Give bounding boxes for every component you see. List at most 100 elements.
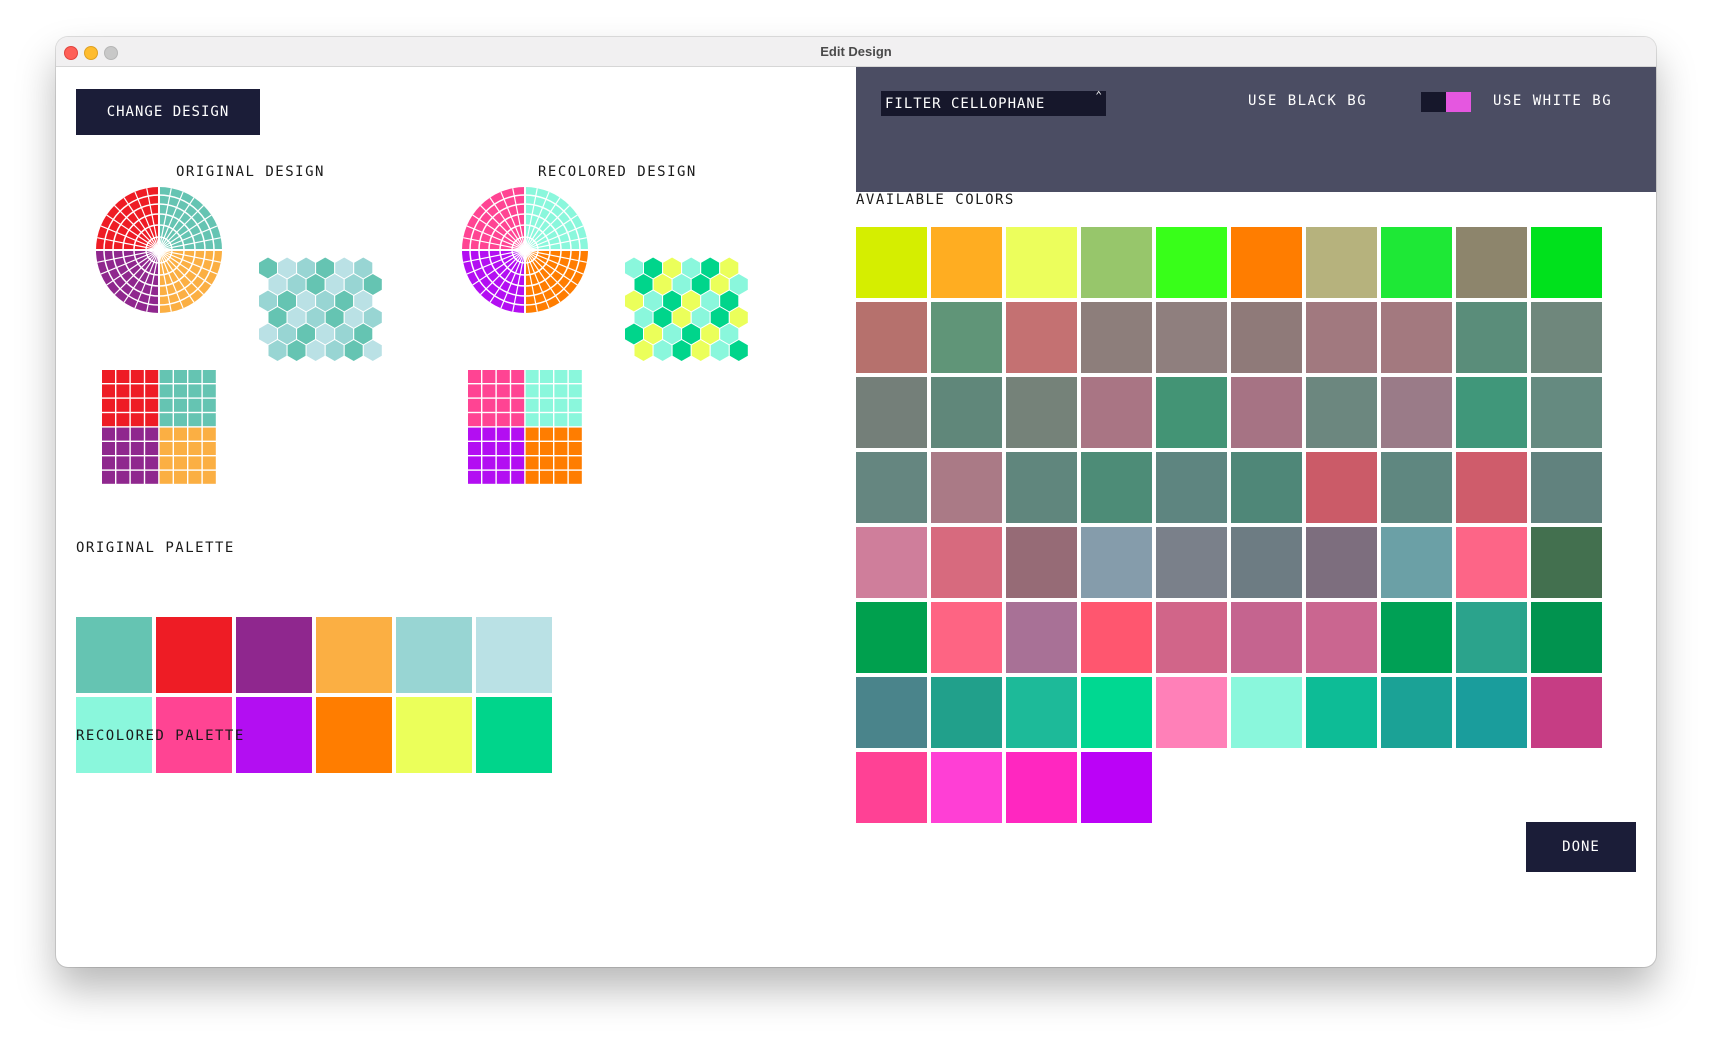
available-color-swatch[interactable] [931,752,1002,823]
available-color-swatch[interactable] [1306,377,1377,448]
background-toggle[interactable] [1421,92,1471,112]
available-color-swatch[interactable] [1231,452,1302,523]
available-color-swatch[interactable] [1156,302,1227,373]
available-color-swatch[interactable] [1081,602,1152,673]
available-color-swatch[interactable] [1381,377,1452,448]
available-color-swatch[interactable] [1456,377,1527,448]
available-color-swatch[interactable] [1081,377,1152,448]
radial-motif [462,187,588,313]
available-color-swatch[interactable] [931,677,1002,748]
available-color-swatch[interactable] [1231,677,1302,748]
available-color-swatch[interactable] [1306,302,1377,373]
available-color-swatch[interactable] [1081,227,1152,298]
available-color-swatch[interactable] [1306,527,1377,598]
available-color-swatch[interactable] [931,227,1002,298]
recolored-palette-swatch[interactable] [396,697,472,773]
filter-select[interactable]: FILTER CELLOPHANE ⌃ [881,89,1106,116]
grid-motif [468,370,582,484]
original-palette-label: ORIGINAL PALETTE [76,540,235,556]
available-color-swatch[interactable] [856,452,927,523]
original-palette-swatch[interactable] [156,617,232,693]
use-black-bg-label: USE BLACK BG [1248,93,1368,109]
available-color-swatch[interactable] [931,302,1002,373]
available-color-swatch[interactable] [1006,602,1077,673]
original-design-preview [96,187,383,484]
available-colors-grid [856,227,1606,823]
recolored-palette-label: RECOLORED PALETTE [76,728,245,744]
available-color-swatch[interactable] [1531,377,1602,448]
available-color-swatch[interactable] [1531,527,1602,598]
change-design-button[interactable]: CHANGE DESIGN [76,89,260,135]
available-color-swatch[interactable] [1456,677,1527,748]
available-color-swatch[interactable] [1231,227,1302,298]
available-color-swatch[interactable] [1456,227,1527,298]
available-color-swatch[interactable] [1006,377,1077,448]
available-color-swatch[interactable] [1531,227,1602,298]
available-color-swatch[interactable] [1231,602,1302,673]
available-color-swatch[interactable] [931,527,1002,598]
available-color-swatch[interactable] [856,677,927,748]
available-color-swatch[interactable] [1081,452,1152,523]
available-color-swatch[interactable] [1156,452,1227,523]
available-color-swatch[interactable] [856,302,927,373]
available-color-swatch[interactable] [1381,302,1452,373]
radial-motif [96,187,222,313]
available-color-swatch[interactable] [1231,527,1302,598]
original-palette-swatch[interactable] [316,617,392,693]
available-color-swatch[interactable] [1231,302,1302,373]
use-white-bg-label: USE WHITE BG [1493,93,1613,109]
available-color-swatch[interactable] [1006,227,1077,298]
available-color-swatch[interactable] [1381,602,1452,673]
available-color-swatch[interactable] [1006,452,1077,523]
recolored-palette-swatch[interactable] [476,697,552,773]
available-color-swatch[interactable] [1381,227,1452,298]
available-color-swatch[interactable] [1081,752,1152,823]
toggle-knob [1446,92,1471,112]
available-color-swatch[interactable] [1306,602,1377,673]
recolored-palette-swatch[interactable] [316,697,392,773]
available-color-swatch[interactable] [1531,452,1602,523]
available-color-swatch[interactable] [931,452,1002,523]
available-color-swatch[interactable] [856,377,927,448]
available-color-swatch[interactable] [1006,302,1077,373]
available-color-swatch[interactable] [1456,602,1527,673]
available-color-swatch[interactable] [1456,452,1527,523]
available-color-swatch[interactable] [1231,377,1302,448]
available-color-swatch[interactable] [1156,227,1227,298]
available-color-swatch[interactable] [856,227,927,298]
hexagon-motif [258,256,383,363]
original-palette-swatch[interactable] [476,617,552,693]
available-color-swatch[interactable] [1081,302,1152,373]
original-palette-swatch[interactable] [236,617,312,693]
available-color-swatch[interactable] [1081,527,1152,598]
available-color-swatch[interactable] [1456,302,1527,373]
available-color-swatch[interactable] [1531,302,1602,373]
original-palette-swatch[interactable] [76,617,152,693]
available-color-swatch[interactable] [1156,377,1227,448]
available-color-swatch[interactable] [931,377,1002,448]
available-color-swatch[interactable] [1006,752,1077,823]
available-color-swatch[interactable] [1006,677,1077,748]
available-color-swatch[interactable] [856,602,927,673]
available-color-swatch[interactable] [1306,677,1377,748]
original-palette-swatch[interactable] [396,617,472,693]
available-color-swatch[interactable] [1306,227,1377,298]
available-color-swatch[interactable] [1531,602,1602,673]
available-color-swatch[interactable] [856,527,927,598]
filter-select-value: FILTER CELLOPHANE [885,95,1046,112]
available-color-swatch[interactable] [856,752,927,823]
available-color-swatch[interactable] [1531,677,1602,748]
done-button[interactable]: DONE [1526,822,1636,872]
available-color-swatch[interactable] [1381,452,1452,523]
available-color-swatch[interactable] [1156,602,1227,673]
available-color-swatch[interactable] [1456,527,1527,598]
available-color-swatch[interactable] [931,602,1002,673]
available-color-swatch[interactable] [1156,527,1227,598]
available-color-swatch[interactable] [1081,677,1152,748]
available-color-swatch[interactable] [1381,677,1452,748]
available-color-swatch[interactable] [1306,452,1377,523]
available-color-swatch[interactable] [1381,527,1452,598]
recolored-palette-swatch[interactable] [236,697,312,773]
available-color-swatch[interactable] [1156,677,1227,748]
available-color-swatch[interactable] [1006,527,1077,598]
